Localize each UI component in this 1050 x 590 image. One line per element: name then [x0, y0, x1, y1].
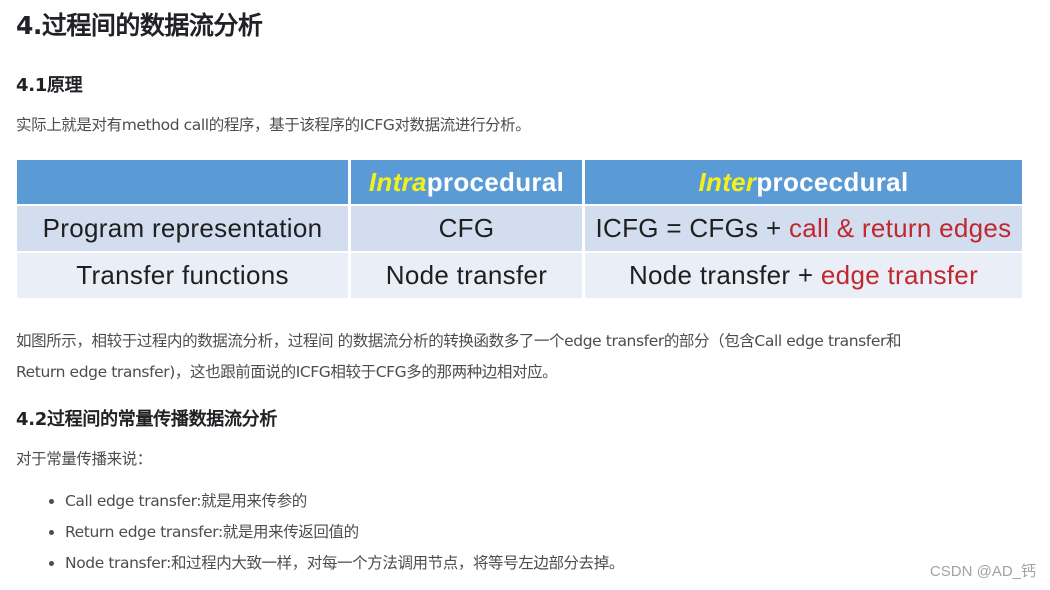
inter-red-text: edge transfer	[820, 260, 979, 290]
inter-plain-text: ICFG = CFGs +	[595, 213, 789, 243]
inter-plain-text: Node transfer +	[628, 260, 821, 290]
bullet-list: Call edge transfer:就是用来传参的 Return edge t…	[16, 486, 624, 579]
inter-cell: ICFG = CFGs + call & return edges	[585, 206, 1022, 251]
header-inter-rest: procecdural	[756, 166, 909, 197]
explanation-line-2: Return edge transfer)，这也跟前面说的ICFG相较于CFG多…	[16, 363, 558, 381]
section-heading-4-1: 4.1原理	[16, 75, 83, 96]
table-header-row: Intraprocedural Interprocecdural	[17, 160, 1022, 204]
comparison-table-image: Intraprocedural Interprocecdural Program…	[17, 160, 1028, 301]
section-heading-4-2: 4.2过程间的常量传播数据流分析	[16, 409, 278, 430]
intro-paragraph: 实际上就是对有method call的程序，基于该程序的ICFG对数据流进行分析…	[16, 116, 531, 134]
header-intra-rest: procedural	[426, 166, 565, 197]
row-label: Program representation	[17, 206, 348, 251]
csdn-watermark: CSDN @AD_钙	[929, 563, 1036, 580]
page-title: 4.过程间的数据流分析	[16, 11, 263, 40]
section2-intro: 对于常量传播来说：	[16, 450, 152, 468]
table-row: Transfer functions Node transfer Node tr…	[17, 253, 1022, 298]
explanation-line-1: 如图所示，相较于过程内的数据流分析，过程间 的数据流分析的转换函数多了一个edg…	[16, 332, 902, 350]
inter-cell: Node transfer + edge transfer	[585, 253, 1022, 298]
list-item: Node transfer:和过程内大致一样，对每一个方法调用节点，将等号左边部…	[65, 548, 624, 579]
header-interprocedural: Interprocecdural	[585, 160, 1022, 204]
intra-cell: Node transfer	[351, 253, 582, 298]
comparison-table: Intraprocedural Interprocecdural Program…	[14, 158, 1025, 300]
row-label: Transfer functions	[17, 253, 348, 298]
header-intraprocedural: Intraprocedural	[351, 160, 582, 204]
list-item: Call edge transfer:就是用来传参的	[65, 486, 624, 517]
header-inter-highlight: Inter	[698, 166, 757, 197]
header-empty-cell	[17, 160, 348, 204]
header-intra-highlight: Intra	[368, 166, 427, 197]
inter-red-text: call & return edges	[788, 213, 1012, 243]
list-item: Return edge transfer:就是用来传返回值的	[65, 517, 624, 548]
table-row: Program representation CFG ICFG = CFGs +…	[17, 206, 1022, 251]
intra-cell: CFG	[351, 206, 582, 251]
